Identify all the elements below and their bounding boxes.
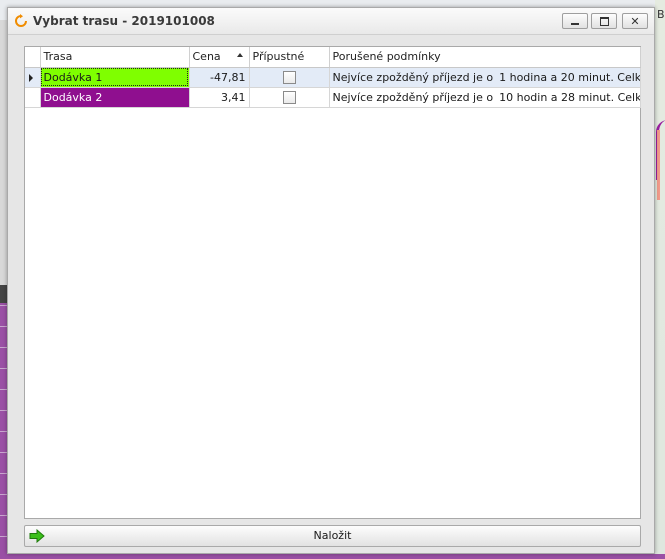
title-bar[interactable]: Vybrat trasu - 2019101008 ✕ (8, 8, 654, 35)
header-row: Trasa Cena Přípustné Porušené podmínky (25, 47, 641, 68)
violation-text-end: 10 hodin a 28 minut. Celkové z... (499, 90, 639, 104)
minimize-icon (571, 23, 579, 25)
cell-porusene-podminky[interactable]: Nejvíce zpožděný příjezd je o 10 hodin a … (329, 87, 641, 108)
cell-trasa[interactable]: Dodávka 2 (40, 87, 190, 108)
violation-text-start: Nejvíce zpožděný příjezd je o (332, 70, 494, 84)
table-row[interactable]: Dodávka 1 -47,81 Nejvíce zpožděný příjez… (25, 67, 641, 88)
row-indicator-header (25, 47, 41, 68)
green-arrow-right-icon (29, 529, 45, 543)
routes-grid: Trasa Cena Přípustné Porušené podmínky D… (24, 46, 641, 519)
cell-pripustne[interactable] (249, 67, 330, 88)
pripustne-checkbox[interactable] (282, 90, 296, 104)
column-header-cena[interactable]: Cena (189, 47, 250, 68)
map-road-line (657, 130, 665, 200)
maximize-icon (599, 16, 609, 26)
minimize-button[interactable] (562, 13, 588, 29)
close-icon: ✕ (630, 14, 640, 28)
load-button[interactable]: Naložit (24, 525, 641, 547)
background-map (655, 0, 665, 559)
row-indicator[interactable] (25, 87, 41, 108)
map-label: B (657, 8, 665, 21)
column-header-pripustne[interactable]: Přípustné (249, 47, 330, 68)
sort-ascending-icon (236, 53, 243, 57)
cell-pripustne[interactable] (249, 87, 330, 108)
column-header-cena-label: Cena (192, 50, 221, 64)
violation-text-end: 1 hodina a 20 minut. Celkové z... (499, 70, 639, 84)
close-button[interactable]: ✕ (622, 13, 648, 29)
pripustne-checkbox[interactable] (282, 70, 296, 84)
row-indicator[interactable] (25, 67, 41, 88)
violation-text-start: Nejvíce zpožděný příjezd je o (332, 90, 494, 104)
refresh-app-icon (15, 14, 27, 27)
load-button-label: Naložit (313, 529, 352, 542)
cell-porusene-podminky[interactable]: Nejvíce zpožděný příjezd je o 1 hodina a … (329, 67, 641, 88)
current-row-pointer-icon (29, 73, 33, 82)
routes-table: Trasa Cena Přípustné Porušené podmínky D… (25, 47, 641, 108)
cell-cena[interactable]: -47,81 (189, 67, 250, 88)
cell-cena[interactable]: 3,41 (189, 87, 250, 108)
select-route-dialog: Vybrat trasu - 2019101008 ✕ Trasa Cena P… (7, 7, 655, 554)
maximize-button[interactable] (591, 13, 617, 29)
cell-trasa[interactable]: Dodávka 1 (40, 67, 190, 88)
column-header-porusene-podminky[interactable]: Porušené podmínky (329, 47, 641, 68)
column-header-trasa[interactable]: Trasa (40, 47, 190, 68)
table-row[interactable]: Dodávka 2 3,41 Nejvíce zpožděný příjezd … (25, 87, 641, 108)
window-title: Vybrat trasu - 2019101008 (33, 14, 215, 28)
background-bottom-strip (0, 554, 665, 559)
